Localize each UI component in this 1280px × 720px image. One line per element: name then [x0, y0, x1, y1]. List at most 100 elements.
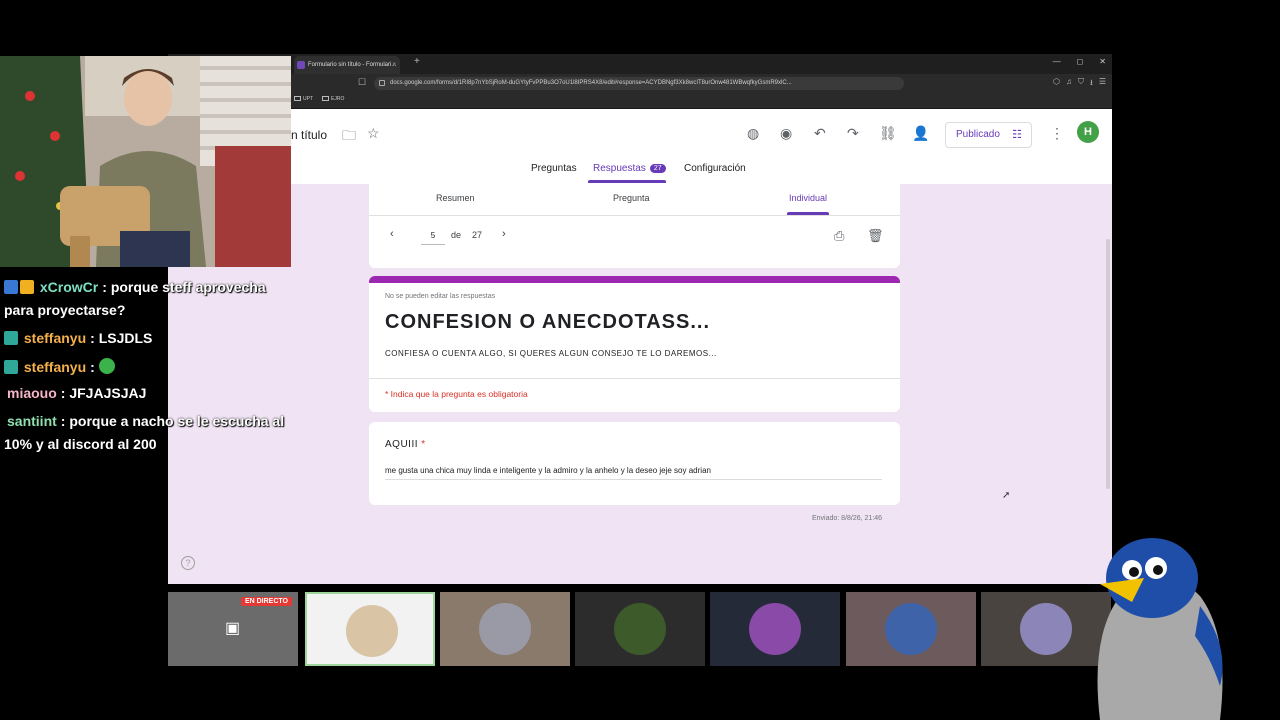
- help-icon[interactable]: ?: [181, 556, 195, 570]
- minimize-icon[interactable]: —: [1053, 57, 1061, 66]
- mouse-cursor-icon: ➚: [1002, 490, 1011, 501]
- bookmarks-bar: UPT EJRO: [168, 93, 1112, 109]
- forms-header: n título 🗀 ☆ ◍ ◉ ↶ ↷ ⛓ 👤 Publicado ☷ ⋮ H…: [168, 109, 1112, 184]
- responses-subnav: Resumen Pregunta Individual ‹ 5 de 27 › …: [369, 184, 900, 268]
- form-title[interactable]: n título: [291, 128, 327, 142]
- media-icon[interactable]: ♫: [1066, 77, 1072, 91]
- chat-message-continuation: 10% y al discord al 200: [4, 436, 157, 452]
- no-edit-note: No se pueden editar las respuestas: [385, 293, 496, 300]
- live-badge: EN DIRECTO: [240, 597, 292, 606]
- more-options-icon[interactable]: ⋮: [1050, 125, 1064, 142]
- subtab-individual[interactable]: Individual: [789, 193, 827, 203]
- chat-message: steffanyu:: [4, 358, 117, 375]
- browser-tab[interactable]: Formulario sin título - Formulari... ×: [294, 56, 400, 74]
- folder-icon: [294, 96, 301, 102]
- bookmark-icon[interactable]: ☐: [358, 77, 366, 88]
- chat-message-continuation: para proyectarse?: [4, 302, 126, 318]
- required-note: * Indica que la pregunta es obligatoria: [385, 389, 528, 399]
- chat-message: xCrowCr: porque steff aprovecha: [4, 279, 266, 295]
- palette-icon[interactable]: ◍: [747, 125, 759, 142]
- browser-window: Formulario sin título - Formulari... × +…: [168, 54, 1112, 584]
- divider: [369, 378, 900, 379]
- tab-title: Formulario sin título - Formulari...: [308, 62, 397, 68]
- add-collaborator-icon[interactable]: 👤: [912, 125, 929, 142]
- cat-avatar: [346, 605, 398, 657]
- user-avatar: [614, 603, 666, 655]
- download-icon[interactable]: ⭳: [1090, 77, 1093, 91]
- account-avatar[interactable]: H: [1077, 121, 1099, 143]
- tab-preguntas[interactable]: Preguntas: [531, 163, 577, 174]
- crown-badge-icon: [20, 280, 34, 294]
- active-tab-indicator: [588, 180, 666, 183]
- page-total: 27: [472, 230, 483, 240]
- participant-tile-screenshare[interactable]: EN DIRECTO ▣: [168, 592, 298, 666]
- participant-tile[interactable]: [846, 592, 976, 666]
- chat-message: miaouo: JFJAJSJAJ: [7, 385, 147, 401]
- star-icon[interactable]: ☆: [367, 125, 380, 142]
- prev-response-icon[interactable]: ‹: [390, 228, 394, 240]
- page-of-label: de: [451, 230, 462, 240]
- tab-bar: Formulario sin título - Formulari... × +…: [168, 54, 1112, 74]
- folder-icon[interactable]: 🗀: [342, 125, 356, 149]
- emote-icon: [98, 358, 115, 374]
- participant-tile[interactable]: [575, 592, 705, 666]
- screen-share-icon: ▣: [225, 620, 241, 637]
- question-title: AQUIII *: [385, 439, 426, 450]
- subtab-pregunta[interactable]: Pregunta: [613, 193, 650, 203]
- user-avatar: [1020, 603, 1072, 655]
- scrollbar[interactable]: [1106, 239, 1110, 489]
- print-icon[interactable]: ⎙: [834, 228, 844, 244]
- answer-text: me gusta una chica muy linda e inteligen…: [385, 466, 882, 480]
- user-avatar: [749, 603, 801, 655]
- user-avatar: [479, 603, 531, 655]
- user-avatar: [885, 603, 937, 655]
- tab-respuestas[interactable]: Respuestas 27: [593, 163, 666, 174]
- participant-tile-selected[interactable]: [305, 592, 435, 666]
- participant-tile[interactable]: [440, 592, 570, 666]
- badge-icon: [4, 331, 18, 345]
- site-info-icon[interactable]: [379, 80, 385, 86]
- publish-button[interactable]: Publicado ☷: [945, 122, 1032, 148]
- link-icon[interactable]: ⛓: [879, 125, 897, 142]
- chat-message: santiint: porque a nacho se le escucha a…: [7, 413, 285, 429]
- extensions: ⬡ ♫ ⛉ ⭳ ☰: [1053, 77, 1106, 91]
- menu-icon[interactable]: ☰: [1099, 77, 1106, 91]
- maximize-icon[interactable]: ◻: [1077, 57, 1084, 66]
- undo-icon[interactable]: ↶: [814, 125, 826, 142]
- extension-icon[interactable]: ⬡: [1053, 77, 1060, 91]
- forms-favicon-icon: [297, 61, 305, 69]
- bookmark-folder[interactable]: EJRO: [322, 96, 344, 102]
- form-heading: CONFESION O ANECDOTASS...: [385, 311, 711, 333]
- new-tab-icon[interactable]: +: [414, 56, 420, 67]
- response-page-input[interactable]: 5: [421, 231, 445, 245]
- form-header-card: No se pueden editar las respuestas CONFE…: [369, 276, 900, 412]
- question-card: AQUIII * me gusta una chica muy linda e …: [369, 422, 900, 505]
- folder-icon: [322, 96, 329, 102]
- webcam-feed: [0, 56, 291, 267]
- chat-message: steffanyu: LSJDLS: [4, 330, 152, 346]
- stream-canvas: Formulario sin título - Formulari... × +…: [0, 0, 1280, 720]
- participant-tile[interactable]: [710, 592, 840, 666]
- redo-icon[interactable]: ↷: [847, 125, 859, 142]
- tune-icon: ☷: [1012, 129, 1022, 141]
- bookmark-folder[interactable]: UPT: [294, 96, 313, 102]
- close-tab-icon[interactable]: ×: [392, 56, 396, 74]
- penguin-mascot: [1097, 538, 1223, 720]
- preview-eye-icon[interactable]: ◉: [780, 125, 792, 142]
- url-text: docs.google.com/forms/d/1RI8p7nYbSjRoM-d…: [390, 80, 792, 86]
- divider: [369, 215, 900, 216]
- tab-configuracion[interactable]: Configuración: [684, 163, 746, 174]
- next-response-icon[interactable]: ›: [502, 228, 506, 240]
- url-field[interactable]: docs.google.com/forms/d/1RI8p7nYbSjRoM-d…: [374, 77, 904, 90]
- close-window-icon[interactable]: ✕: [1099, 57, 1106, 66]
- form-description: CONFIESA O CUENTA ALGO, SI QUERES ALGUN …: [385, 349, 717, 358]
- shield-icon[interactable]: ⛉: [1078, 77, 1084, 91]
- address-bar: ☐ docs.google.com/forms/d/1RI8p7nYbSjRoM…: [168, 74, 1112, 93]
- sub-badge-icon: [4, 280, 18, 294]
- responses-count-badge: 27: [649, 164, 666, 173]
- delete-icon[interactable]: 🗑: [867, 228, 884, 244]
- badge-icon: [4, 360, 18, 374]
- window-controls: — ◻ ✕: [1053, 57, 1106, 66]
- webcam-image: [0, 56, 291, 267]
- subtab-resumen[interactable]: Resumen: [436, 193, 475, 203]
